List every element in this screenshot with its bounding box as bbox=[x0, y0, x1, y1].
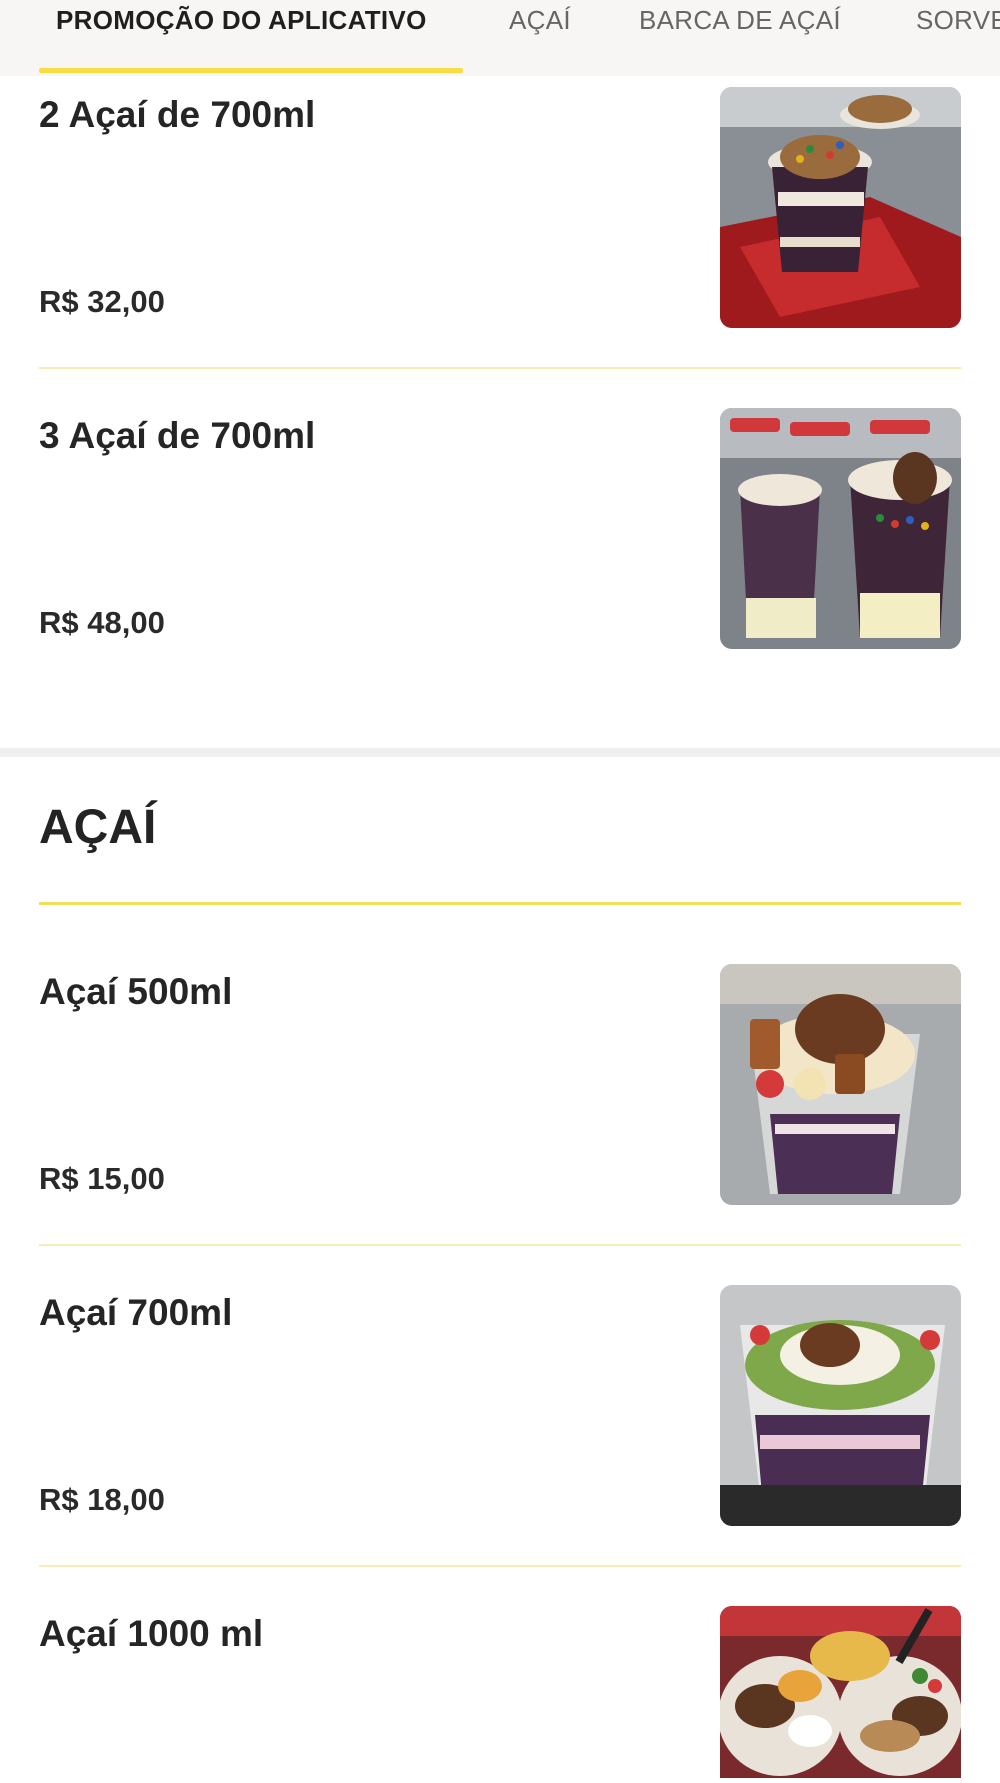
tab-barca-de-acai[interactable]: BARCA DE AÇAÍ bbox=[639, 0, 841, 76]
item-price: R$ 48,00 bbox=[39, 605, 165, 640]
section-title: AÇAÍ bbox=[39, 801, 157, 854]
category-tab-bar: PROMOÇÃO DO APLICATIVO AÇAÍ BARCA DE AÇA… bbox=[0, 0, 1000, 76]
item-photo bbox=[720, 1606, 961, 1778]
item-photo bbox=[720, 964, 961, 1205]
item-photo bbox=[720, 87, 961, 328]
item-name: Açaí 500ml bbox=[39, 971, 233, 1012]
active-tab-indicator bbox=[39, 68, 463, 73]
item-name: Açaí 1000 ml bbox=[39, 1613, 264, 1654]
item-photo bbox=[720, 1285, 961, 1526]
item-name: 2 Açaí de 700ml bbox=[39, 94, 316, 135]
menu-item[interactable]: Açaí 700ml R$ 18,00 bbox=[39, 1285, 961, 1542]
item-divider bbox=[39, 1565, 961, 1567]
menu-item[interactable]: 3 Açaí de 700ml R$ 48,00 bbox=[39, 408, 961, 665]
menu-item[interactable]: Açaí 1000 ml bbox=[39, 1606, 961, 1783]
item-divider bbox=[39, 1244, 961, 1246]
menu-item[interactable]: 2 Açaí de 700ml R$ 32,00 bbox=[39, 87, 961, 344]
tab-acai[interactable]: AÇAÍ bbox=[509, 0, 571, 76]
item-name: Açaí 700ml bbox=[39, 1292, 233, 1333]
item-divider bbox=[39, 367, 961, 369]
section-separator bbox=[0, 748, 1000, 757]
section-title-underline bbox=[39, 902, 961, 905]
item-price: R$ 32,00 bbox=[39, 284, 165, 319]
item-price: R$ 15,00 bbox=[39, 1161, 165, 1196]
item-photo bbox=[720, 408, 961, 649]
tab-sorvete[interactable]: SORVETE bbox=[916, 0, 1000, 76]
item-price: R$ 18,00 bbox=[39, 1482, 165, 1517]
menu-item[interactable]: Açaí 500ml R$ 15,00 bbox=[39, 964, 961, 1221]
tab-promocao-do-aplicativo[interactable]: PROMOÇÃO DO APLICATIVO bbox=[56, 0, 427, 76]
item-name: 3 Açaí de 700ml bbox=[39, 415, 316, 456]
